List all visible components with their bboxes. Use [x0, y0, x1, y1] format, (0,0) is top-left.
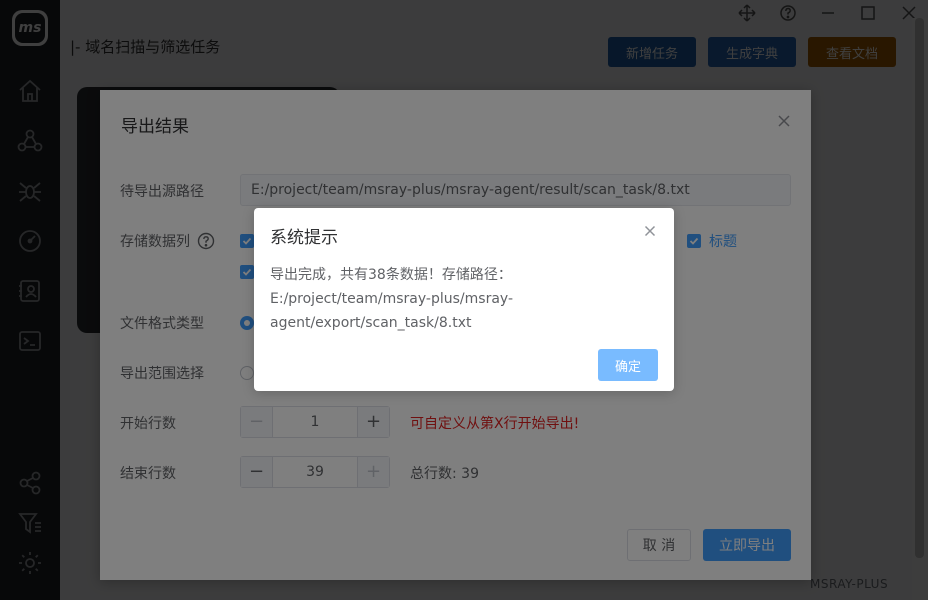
- message-line: agent/export/scan_task/8.txt: [270, 315, 472, 331]
- message-line: E:/project/team/msray-plus/msray-: [270, 291, 513, 307]
- message-line: 导出完成，共有38条数据！存储路径：: [270, 267, 512, 283]
- system-message-box: 系统提示 导出完成，共有38条数据！存储路径： E:/project/team/…: [254, 208, 674, 391]
- message-body: 导出完成，共有38条数据！存储路径： E:/project/team/msray…: [270, 263, 530, 335]
- message-title: 系统提示: [270, 228, 338, 248]
- confirm-button[interactable]: 确定: [598, 349, 658, 381]
- message-close-icon[interactable]: [642, 223, 658, 239]
